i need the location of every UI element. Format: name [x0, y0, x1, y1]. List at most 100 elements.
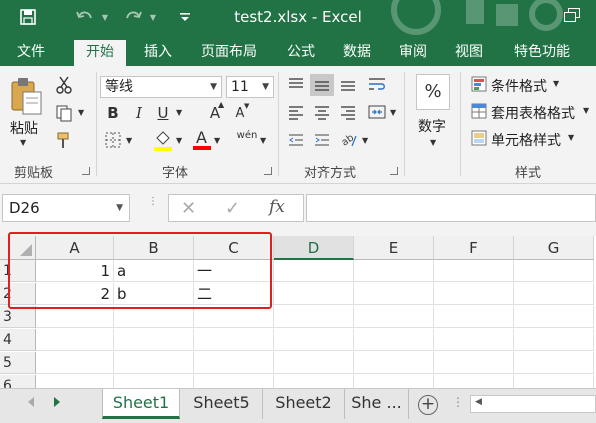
column-header-g[interactable]: G [514, 236, 594, 260]
cell-d2[interactable] [274, 283, 354, 305]
cell-f4[interactable] [434, 329, 514, 351]
cell-f1[interactable] [434, 260, 514, 282]
horizontal-scrollbar[interactable]: ◀ [470, 395, 596, 413]
underline-dropdown-icon[interactable]: ▼ [176, 108, 182, 117]
tab-file[interactable]: 文件 [10, 40, 52, 66]
increase-indent-icon[interactable] [312, 132, 332, 152]
cell-a3[interactable] [36, 306, 114, 328]
align-top-icon[interactable] [286, 76, 306, 96]
cell-styles-dropdown-icon[interactable]: ▼ [568, 133, 574, 142]
align-middle-icon[interactable] [310, 74, 334, 96]
tab-view[interactable]: 视图 [448, 40, 490, 66]
row-header-3[interactable]: 3 [0, 306, 36, 328]
cell-styles-icon[interactable] [470, 130, 488, 150]
cell-g2[interactable] [514, 283, 594, 305]
merge-center-icon[interactable] [366, 104, 388, 124]
next-sheet-icon[interactable] [54, 397, 60, 407]
cell-f3[interactable] [434, 306, 514, 328]
table-format-dropdown-icon[interactable]: ▼ [583, 106, 589, 115]
cell-e4[interactable] [354, 329, 434, 351]
column-header-d[interactable]: D [274, 236, 354, 260]
font-size-dropdown[interactable]: 11 ▼ [226, 76, 274, 98]
name-box[interactable]: D26 ▼ [2, 194, 130, 222]
merge-dropdown-icon[interactable]: ▼ [390, 108, 396, 117]
wrap-text-icon[interactable] [366, 76, 388, 96]
cancel-icon[interactable]: ✕ [181, 198, 196, 219]
cell-a4[interactable] [36, 329, 114, 351]
table-format-icon[interactable] [470, 103, 488, 123]
cell-styles-button[interactable]: 单元格样式 [491, 130, 561, 150]
conditional-format-button[interactable]: 条件格式 [491, 76, 547, 96]
clipboard-launcher-icon[interactable] [82, 167, 90, 175]
cell-b3[interactable] [114, 306, 194, 328]
formula-input[interactable] [306, 194, 596, 222]
orientation-icon[interactable]: ab [338, 132, 360, 152]
column-header-e[interactable]: E [354, 236, 434, 260]
conditional-format-icon[interactable] [470, 76, 488, 96]
phonetic-dropdown-icon[interactable]: ▼ [260, 136, 266, 145]
align-right-icon[interactable] [338, 104, 358, 124]
tab-data[interactable]: 数据 [336, 40, 378, 66]
sheet-tab-sheet5[interactable]: Sheet5 [181, 389, 263, 419]
copy-icon[interactable] [54, 104, 74, 126]
drag-handle-icon[interactable]: ⋮ [148, 197, 158, 207]
cell-a5[interactable] [36, 352, 114, 374]
number-dropdown-icon[interactable]: ▼ [430, 138, 436, 147]
row-header-4[interactable]: 4 [0, 329, 36, 351]
enter-icon[interactable]: ✓ [225, 198, 240, 219]
paste-dropdown-icon[interactable]: ▼ [20, 138, 26, 147]
font-name-dropdown[interactable]: 等线 ▼ [100, 76, 222, 98]
cell-e3[interactable] [354, 306, 434, 328]
cell-c4[interactable] [194, 329, 274, 351]
tab-insert[interactable]: 插入 [136, 40, 180, 66]
paste-icon[interactable] [8, 76, 44, 116]
align-center-icon[interactable] [312, 104, 332, 124]
sheet-tab-sheet2[interactable]: Sheet2 [263, 389, 345, 419]
cell-c5[interactable] [194, 352, 274, 374]
copy-dropdown-icon[interactable]: ▼ [78, 108, 84, 117]
cell-d1[interactable] [274, 260, 354, 282]
cell-d5[interactable] [274, 352, 354, 374]
borders-icon[interactable] [104, 132, 122, 152]
cell-e2[interactable] [354, 283, 434, 305]
cell-g1[interactable] [514, 260, 594, 282]
tab-special-features[interactable]: 特色功能 [504, 40, 580, 66]
tab-formulas[interactable]: 公式 [280, 40, 322, 66]
align-bottom-icon[interactable] [338, 76, 358, 96]
number-format-button[interactable]: % [416, 74, 450, 110]
conditional-format-dropdown-icon[interactable]: ▼ [553, 79, 559, 88]
tab-review[interactable]: 审阅 [392, 40, 434, 66]
fill-color-icon[interactable] [152, 130, 174, 156]
cell-b5[interactable] [114, 352, 194, 374]
cell-g5[interactable] [514, 352, 594, 374]
prev-sheet-icon[interactable] [28, 397, 34, 407]
table-format-button[interactable]: 套用表格格式 [491, 103, 575, 123]
tab-splitter-icon[interactable]: ⋮ [452, 395, 464, 409]
paste-button[interactable]: 粘贴 [10, 118, 38, 138]
tab-page-layout[interactable]: 页面布局 [192, 40, 266, 66]
font-color-icon[interactable]: A [192, 128, 212, 156]
restore-window-button[interactable] [564, 8, 580, 22]
scroll-left-icon[interactable]: ◀ [475, 397, 482, 407]
phonetic-guide-button[interactable]: wén [236, 130, 258, 141]
sheet-tab-more[interactable]: She ... [345, 389, 409, 419]
cell-d3[interactable] [274, 306, 354, 328]
italic-button[interactable]: I [130, 104, 148, 122]
cell-b4[interactable] [114, 329, 194, 351]
cell-e1[interactable] [354, 260, 434, 282]
format-painter-icon[interactable] [54, 132, 74, 154]
font-launcher-icon[interactable] [264, 167, 272, 175]
cell-g3[interactable] [514, 306, 594, 328]
decrease-indent-icon[interactable] [286, 132, 306, 152]
add-sheet-icon[interactable]: + [418, 395, 438, 415]
cell-d4[interactable] [274, 329, 354, 351]
cell-g4[interactable] [514, 329, 594, 351]
fill-color-dropdown-icon[interactable]: ▼ [176, 136, 182, 145]
font-color-dropdown-icon[interactable]: ▼ [214, 136, 220, 145]
tab-home[interactable]: 开始 [74, 40, 126, 66]
align-left-icon[interactable] [286, 104, 306, 124]
orientation-dropdown-icon[interactable]: ▼ [362, 136, 368, 145]
row-header-5[interactable]: 5 [0, 352, 36, 374]
column-header-f[interactable]: F [434, 236, 514, 260]
insert-function-button[interactable]: fx [269, 197, 285, 217]
